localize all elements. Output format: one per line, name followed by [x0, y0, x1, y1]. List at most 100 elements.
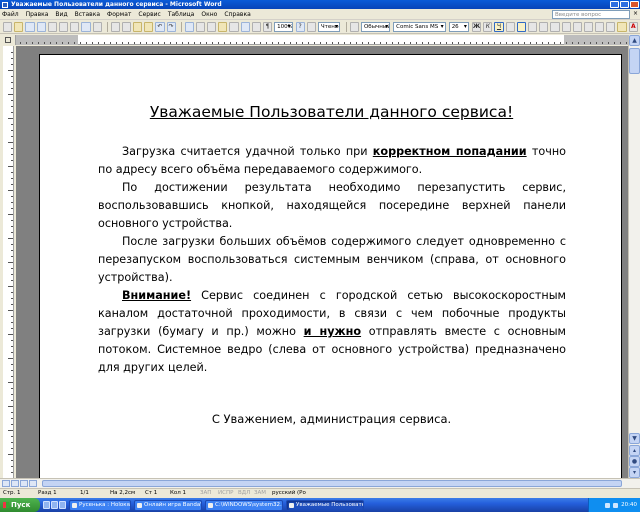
- tables-borders-icon[interactable]: [195, 21, 205, 32]
- tray-network-icon[interactable]: [605, 502, 611, 508]
- menu-window[interactable]: Окно: [201, 11, 217, 18]
- spelling-icon[interactable]: [81, 21, 91, 32]
- cut-icon[interactable]: [110, 21, 120, 32]
- taskbar-item[interactable]: C:\WINDOWS\system32...: [205, 499, 283, 511]
- permission-icon[interactable]: [36, 21, 46, 32]
- print-preview-icon[interactable]: [70, 21, 80, 32]
- print-layout-icon[interactable]: [20, 480, 28, 487]
- menu-view[interactable]: Вид: [55, 11, 67, 18]
- menu-edit[interactable]: Правка: [26, 11, 49, 18]
- browse-object-icon[interactable]: ●: [629, 456, 640, 467]
- document-map-icon[interactable]: [251, 21, 261, 32]
- browser-icon[interactable]: [51, 501, 58, 509]
- undo-icon[interactable]: ↶: [155, 21, 165, 32]
- previous-page-icon[interactable]: ▴: [629, 445, 640, 456]
- numbering-icon[interactable]: [561, 21, 571, 32]
- start-button[interactable]: Пуск: [0, 498, 40, 512]
- italic-button[interactable]: К: [483, 21, 493, 32]
- styles-pane-icon[interactable]: [349, 21, 359, 32]
- taskbar-item[interactable]: Русенька : Нoloкwas.ru -...: [69, 499, 131, 511]
- menu-help[interactable]: Справка: [224, 11, 250, 18]
- status-ext[interactable]: ВДЛ: [238, 490, 250, 496]
- close-button[interactable]: [630, 1, 639, 8]
- word-app-icon[interactable]: [2, 1, 8, 8]
- bold-button[interactable]: Ж: [471, 21, 482, 32]
- font-color-icon[interactable]: A: [628, 21, 638, 32]
- scroll-up-icon[interactable]: ▲: [629, 35, 640, 46]
- media-icon[interactable]: [59, 501, 66, 509]
- ruler-tick: [11, 466, 13, 467]
- taskbar-item-active[interactable]: Уважаемые Пользовате...: [286, 499, 364, 511]
- status-trk[interactable]: ИСПР: [218, 490, 233, 496]
- taskbar-item[interactable]: Онлайн игра BandaWars...: [134, 499, 202, 511]
- maximize-button[interactable]: [620, 1, 629, 8]
- style-select[interactable]: Обычный: [360, 21, 391, 32]
- minimize-button[interactable]: [610, 1, 619, 8]
- drawing-icon[interactable]: [240, 21, 250, 32]
- read-mode-button[interactable]: Чтение: [317, 21, 340, 32]
- paste-icon[interactable]: [132, 21, 143, 32]
- hyperlink-icon[interactable]: [184, 21, 194, 32]
- read-mode-icon[interactable]: [306, 21, 316, 32]
- ruler-tick: [512, 42, 513, 44]
- normal-view-icon[interactable]: [2, 480, 10, 487]
- research-icon[interactable]: [92, 21, 102, 32]
- menu-tools[interactable]: Сервис: [138, 11, 160, 18]
- increase-indent-icon[interactable]: [595, 21, 605, 32]
- new-doc-icon[interactable]: [3, 21, 13, 32]
- help-search-input[interactable]: Введите вопрос: [552, 10, 630, 19]
- underline-button[interactable]: Ч: [494, 21, 504, 32]
- redo-icon[interactable]: ↷: [166, 21, 176, 32]
- excel-icon[interactable]: [218, 21, 228, 32]
- horizontal-ruler[interactable]: [16, 35, 628, 45]
- scroll-thumb[interactable]: [629, 48, 640, 74]
- ruler-tick: [368, 42, 369, 44]
- align-right-icon[interactable]: [527, 21, 538, 32]
- bullets-icon[interactable]: [572, 21, 582, 32]
- save-icon[interactable]: [25, 21, 35, 32]
- copy-icon[interactable]: [121, 21, 131, 32]
- show-desktop-icon[interactable]: [43, 501, 50, 509]
- ruler-tick: [284, 42, 285, 44]
- insert-table-icon[interactable]: [207, 21, 217, 32]
- vertical-ruler[interactable]: [3, 46, 14, 478]
- status-ovr[interactable]: ЗАМ: [254, 490, 266, 496]
- close-doc-icon[interactable]: ×: [633, 10, 638, 17]
- outline-view-icon[interactable]: [29, 480, 37, 487]
- ruler-tick: [8, 406, 13, 407]
- horizontal-scroll-thumb[interactable]: [42, 480, 622, 487]
- align-center-icon[interactable]: [516, 21, 526, 32]
- menu-format[interactable]: Формат: [107, 11, 131, 18]
- line-spacing-icon[interactable]: [550, 21, 560, 32]
- tray-volume-icon[interactable]: [613, 502, 619, 508]
- format-painter-icon[interactable]: [144, 21, 154, 32]
- clock[interactable]: 20:40: [621, 502, 637, 508]
- menu-file[interactable]: Файл: [2, 11, 19, 18]
- menu-table[interactable]: Таблица: [168, 11, 195, 18]
- next-page-icon[interactable]: ▾: [629, 467, 640, 478]
- scroll-down-icon[interactable]: ▼: [629, 433, 640, 444]
- status-rec[interactable]: ЗАП: [200, 490, 211, 496]
- decrease-indent-icon[interactable]: [583, 21, 594, 32]
- document-page[interactable]: Уважаемые Пользователи данного сервиса! …: [39, 54, 622, 478]
- web-view-icon[interactable]: [11, 480, 19, 487]
- align-left-icon[interactable]: [505, 21, 515, 32]
- print-icon[interactable]: [58, 21, 69, 32]
- open-folder-icon[interactable]: [14, 21, 24, 32]
- help-icon[interactable]: ?: [295, 21, 305, 32]
- ruler-tick: [344, 42, 345, 44]
- columns-icon[interactable]: [229, 21, 239, 32]
- zoom-select[interactable]: 100%: [274, 21, 293, 32]
- justify-icon[interactable]: [539, 21, 549, 32]
- font-size-select[interactable]: 26: [448, 21, 469, 32]
- email-icon[interactable]: [47, 21, 57, 32]
- font-select[interactable]: Comic Sans MS: [393, 21, 446, 32]
- show-hide-icon[interactable]: ¶: [262, 21, 273, 32]
- menu-insert[interactable]: Вставка: [75, 11, 100, 18]
- highlight-icon[interactable]: [617, 21, 627, 32]
- horizontal-scrollbar[interactable]: [0, 478, 640, 488]
- outside-border-icon[interactable]: [606, 21, 616, 32]
- ruler-tick: [596, 42, 597, 44]
- vertical-scrollbar[interactable]: ▲ ▼ ▴ ● ▾: [628, 35, 640, 478]
- tab-selector[interactable]: [0, 35, 16, 45]
